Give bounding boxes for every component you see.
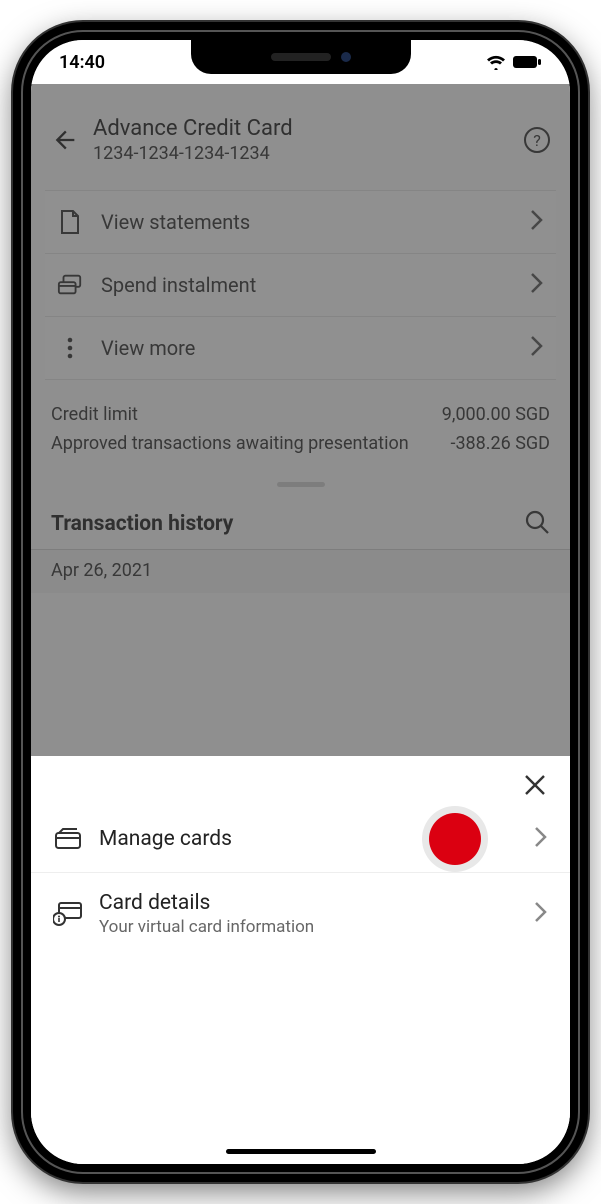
sheet-item-text: Card details Your virtual card informati… (99, 891, 518, 937)
page-title: Advance Credit Card (93, 116, 510, 141)
front-camera (341, 52, 351, 62)
status-icons (486, 54, 542, 70)
balance-label: Approved transactions awaiting presentat… (51, 433, 450, 454)
home-indicator[interactable] (226, 1149, 376, 1154)
status-time: 14:40 (59, 52, 105, 73)
sheet-item-sub: Your virtual card information (99, 917, 518, 937)
attention-indicator (422, 806, 488, 872)
balance-row-credit-limit: Credit limit 9,000.00 SGD (51, 404, 550, 425)
action-view-statements[interactable]: View statements (45, 190, 556, 253)
balance-value: 9,000.00 SGD (442, 404, 550, 425)
page-header: Advance Credit Card 1234-1234-1234-1234 … (31, 84, 570, 184)
action-label: View more (101, 336, 512, 360)
balance-row-pending: Approved transactions awaiting presentat… (51, 433, 550, 454)
sheet-drag-handle[interactable] (277, 482, 325, 487)
help-glyph: ? (533, 131, 541, 150)
transaction-history-title: Transaction history (51, 512, 233, 536)
page-content: Advance Credit Card 1234-1234-1234-1234 … (31, 84, 570, 1164)
chevron-right-icon (530, 209, 544, 235)
sheet-item-card-details[interactable]: Card details Your virtual card informati… (31, 873, 570, 955)
wifi-icon (486, 54, 506, 70)
help-icon[interactable]: ? (524, 127, 550, 153)
device-notch (191, 40, 411, 74)
back-arrow-icon[interactable] (51, 126, 79, 154)
document-icon (57, 209, 83, 235)
transaction-date-group: Apr 26, 2021 (31, 550, 570, 593)
screen: 14:40 Advance Credit Card 1234-1234-1234… (31, 40, 570, 1164)
battery-icon (512, 55, 542, 69)
action-spend-instalment[interactable]: Spend instalment (45, 253, 556, 316)
balance-block: Credit limit 9,000.00 SGD Approved trans… (31, 380, 570, 472)
search-icon[interactable] (524, 509, 550, 539)
balance-value: -388.26 SGD (450, 433, 550, 454)
chevron-right-icon (534, 901, 548, 927)
red-dot-icon (429, 813, 481, 865)
wallet-icon (53, 824, 83, 854)
more-vertical-icon (57, 335, 83, 361)
action-label: Spend instalment (101, 273, 512, 297)
quick-actions-list: View statements Spend instalment (31, 190, 570, 380)
speaker-slot (271, 53, 331, 61)
action-view-more[interactable]: View more (45, 316, 556, 380)
bottom-sheet: Manage cards Ca (31, 756, 570, 1164)
sheet-item-label: Card details (99, 891, 518, 915)
card-number: 1234-1234-1234-1234 (93, 143, 510, 164)
chevron-right-icon (530, 272, 544, 298)
action-label: View statements (101, 210, 512, 234)
transaction-history-header: Transaction history (31, 495, 570, 550)
close-icon[interactable] (520, 770, 550, 800)
header-text: Advance Credit Card 1234-1234-1234-1234 (93, 116, 510, 164)
chevron-right-icon (530, 335, 544, 361)
sheet-item-manage-cards[interactable]: Manage cards (31, 806, 570, 873)
phone-frame: 14:40 Advance Credit Card 1234-1234-1234… (13, 22, 588, 1182)
sheet-list: Manage cards Ca (31, 756, 570, 955)
cards-stack-icon (57, 272, 83, 298)
chevron-right-icon (534, 826, 548, 852)
card-info-icon (53, 899, 83, 929)
balance-label: Credit limit (51, 404, 442, 425)
